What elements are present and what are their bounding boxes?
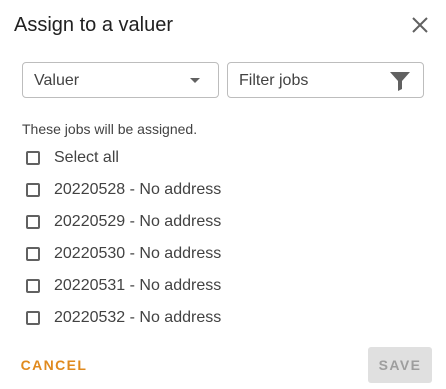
job-checkbox[interactable]: [26, 311, 40, 325]
job-checkbox[interactable]: [26, 215, 40, 229]
assignment-hint: These jobs will be assigned.: [22, 121, 198, 137]
select-all-label: Select all: [54, 149, 119, 166]
job-row[interactable]: 20220530 - No address: [0, 238, 446, 270]
dropdown-arrow-icon: [190, 78, 200, 83]
job-row[interactable]: 20220532 - No address: [0, 302, 446, 334]
save-button[interactable]: SAVE: [368, 347, 432, 383]
close-button[interactable]: [406, 11, 434, 39]
job-label: 20220530 - No address: [54, 245, 222, 262]
filter-icon[interactable]: [389, 71, 411, 91]
dialog-title: Assign to a valuer: [14, 14, 173, 36]
job-row[interactable]: 20220531 - No address: [0, 270, 446, 302]
job-row[interactable]: 20220528 - No address: [0, 174, 446, 206]
valuer-select[interactable]: Valuer: [22, 62, 219, 98]
job-checkbox[interactable]: [26, 247, 40, 261]
close-icon: [412, 17, 428, 33]
job-label: 20220532 - No address: [54, 309, 222, 326]
select-all-checkbox[interactable]: [26, 151, 40, 165]
job-row[interactable]: 20220529 - No address: [0, 206, 446, 238]
assign-valuer-dialog: Assign to a valuer Valuer Filter jobs Th…: [0, 0, 446, 389]
job-label: 20220528 - No address: [54, 181, 222, 198]
job-label: 20220529 - No address: [54, 213, 222, 230]
job-checkbox[interactable]: [26, 279, 40, 293]
cancel-button[interactable]: CANCEL: [13, 349, 95, 381]
job-list: Select all 20220528 - No address 2022052…: [0, 142, 446, 334]
job-label: 20220531 - No address: [54, 277, 222, 294]
valuer-select-value: Valuer: [34, 72, 80, 89]
select-all-row[interactable]: Select all: [0, 142, 446, 174]
filter-jobs-input[interactable]: Filter jobs: [227, 62, 424, 98]
filter-jobs-placeholder: Filter jobs: [239, 72, 309, 89]
job-checkbox[interactable]: [26, 183, 40, 197]
